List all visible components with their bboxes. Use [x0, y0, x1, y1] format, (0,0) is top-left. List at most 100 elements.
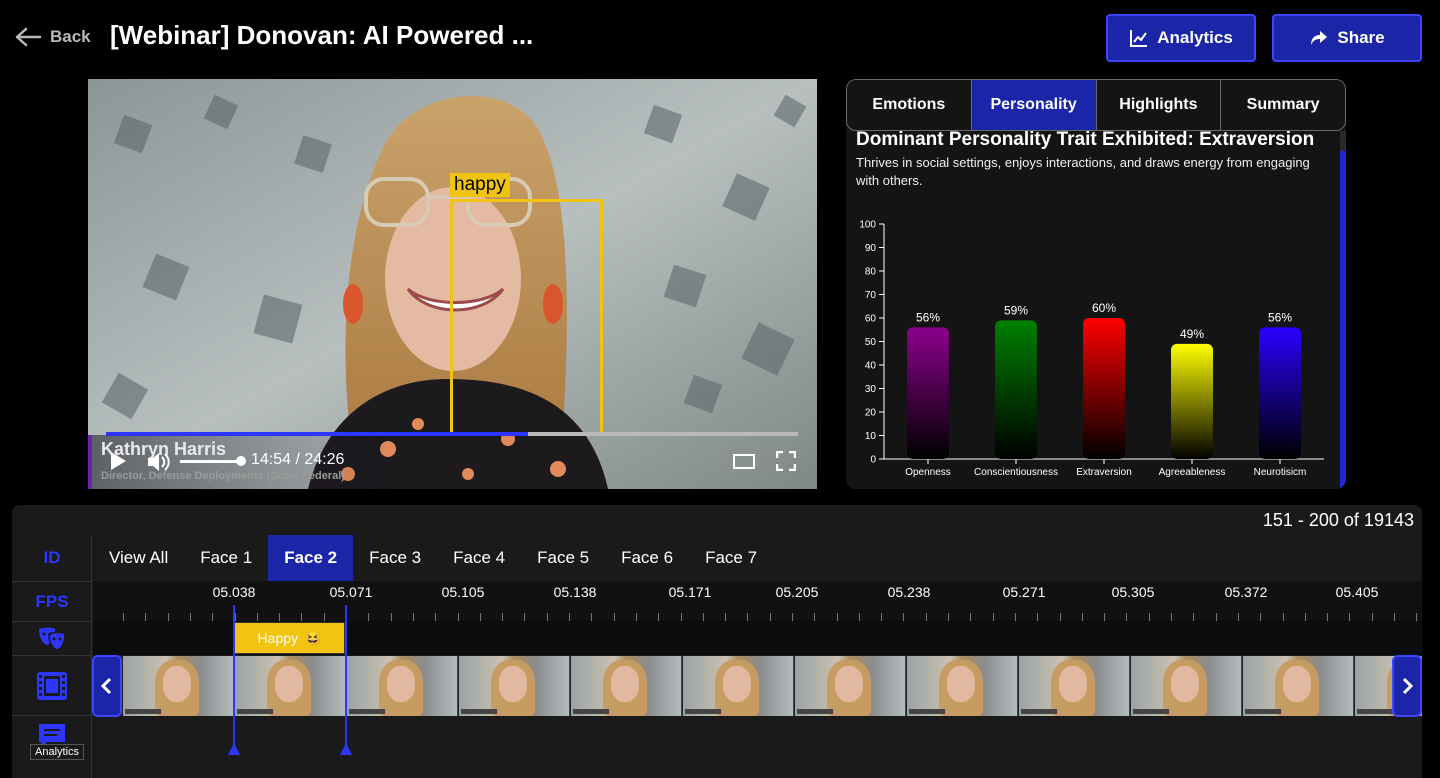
frame-thumbnail[interactable]: [1243, 656, 1354, 716]
face-tab-7[interactable]: Face 7: [689, 535, 773, 581]
laughing-emoji-icon: 😆: [304, 629, 322, 646]
thumbnail-caption: [573, 709, 609, 714]
tab-highlights[interactable]: Highlights: [1097, 80, 1222, 130]
analysis-panel: Emotions Personality Highlights Summary …: [846, 79, 1346, 489]
share-arrow-icon: [1311, 31, 1328, 45]
film-icon: [37, 671, 67, 700]
filmstrip-next-button[interactable]: [1392, 655, 1422, 717]
ruler-tick: [502, 613, 503, 621]
chevron-right-icon: [1402, 677, 1414, 695]
line-chart-icon: [1130, 30, 1148, 47]
ruler-tick: [1216, 613, 1217, 621]
y-tick-label: 60: [865, 314, 877, 325]
filmstrip-prev-button[interactable]: [92, 655, 122, 717]
face-tab-2[interactable]: Face 2: [268, 535, 354, 581]
ruler-tick: [792, 613, 793, 621]
video-progress-bar[interactable]: [106, 432, 798, 436]
tab-personality[interactable]: Personality: [971, 80, 1097, 130]
frame-thumbnail[interactable]: [459, 656, 570, 716]
fullscreen-icon[interactable]: [776, 451, 796, 471]
frame-thumbnail[interactable]: [907, 656, 1018, 716]
ruler-tick: [212, 613, 213, 621]
bar-neurotisicm: [1259, 327, 1301, 459]
theater-mode-icon[interactable]: [732, 451, 756, 471]
volume-slider-knob[interactable]: [236, 456, 246, 466]
frame-thumbnail[interactable]: [347, 656, 458, 716]
thumbnail-caption: [237, 709, 273, 714]
sidebar-emotions-button[interactable]: [12, 621, 92, 655]
face-tab-3[interactable]: Face 3: [353, 535, 437, 581]
emotion-segment-happy[interactable]: Happy 😆: [234, 622, 345, 654]
panel-scrollbar-thumb[interactable]: [1340, 151, 1346, 489]
ruler-tick: [1327, 613, 1328, 621]
page-title: [Webinar] Donovan: AI Powered ...: [110, 20, 534, 50]
y-tick-label: 30: [865, 384, 877, 395]
thumbnail-hair: [1275, 660, 1319, 716]
face-tabs: View All Face 1 Face 2 Face 3 Face 4 Fac…: [93, 535, 773, 581]
frame-thumbnail[interactable]: [683, 656, 794, 716]
play-icon[interactable]: [108, 451, 128, 471]
arrow-left-icon: [15, 27, 42, 47]
timeline-sidebar: ID FPS: [12, 535, 92, 778]
emotion-segment-label: Happy: [257, 630, 299, 646]
segment-end-handle[interactable]: [340, 743, 352, 755]
thumbnail-caption: [909, 709, 945, 714]
frame-thumbnail[interactable]: [123, 656, 234, 716]
sidebar-frames-button[interactable]: [12, 655, 92, 715]
ruler-tick-label: 05.271: [1002, 584, 1046, 600]
ruler-tick-label: 05.372: [1224, 584, 1268, 600]
frame-thumbnail[interactable]: [235, 656, 346, 716]
ruler-tick: [1305, 613, 1306, 621]
y-tick-label: 50: [865, 337, 877, 348]
volume-icon[interactable]: [146, 451, 170, 473]
ruler-tick: [368, 613, 369, 621]
video-player[interactable]: happy Kathryn Harris Director, Defense D…: [88, 79, 817, 489]
y-tick-label: 70: [865, 290, 877, 301]
thumbnail-hair: [491, 660, 535, 716]
sidebar-id-button[interactable]: ID: [12, 535, 92, 581]
face-tab-6[interactable]: Face 6: [605, 535, 689, 581]
ruler-tick: [681, 613, 682, 621]
ruler-tick: [1260, 613, 1261, 621]
panel-scrollbar[interactable]: [1340, 131, 1346, 489]
ruler-tick: [614, 613, 615, 621]
tab-summary[interactable]: Summary: [1221, 80, 1345, 130]
share-button[interactable]: Share: [1272, 14, 1422, 62]
panel-tabs: Emotions Personality Highlights Summary: [846, 79, 1346, 131]
time-ruler[interactable]: 05.038 05.071 05.105 05.138 05.171 05.205 05.2…: [93, 581, 1422, 621]
frame-filmstrip[interactable]: [93, 656, 1422, 716]
bar-extraversion: [1083, 318, 1125, 459]
face-tab-1[interactable]: Face 1: [184, 535, 268, 581]
analytics-tooltip: Analytics: [30, 744, 85, 760]
ruler-tick: [1171, 613, 1172, 621]
face-tab-view-all[interactable]: View All: [93, 535, 184, 581]
dominant-trait-title: Dominant Personality Trait Exhibited: Ex…: [856, 129, 1315, 150]
segment-start-handle[interactable]: [228, 743, 240, 755]
bar-value-label: 59%: [1004, 303, 1028, 317]
ruler-tick: [658, 613, 659, 621]
ruler-tick-label: 05.205: [775, 584, 819, 600]
segment-start-marker[interactable]: [233, 605, 235, 750]
tab-emotions[interactable]: Emotions: [847, 80, 972, 130]
y-tick-label: 80: [865, 267, 877, 278]
frame-thumbnail[interactable]: [571, 656, 682, 716]
segment-end-marker[interactable]: [345, 605, 347, 750]
back-label: Back: [50, 27, 91, 46]
frame-thumbnail[interactable]: [1131, 656, 1242, 716]
sidebar-fps-button[interactable]: FPS: [12, 581, 92, 621]
face-tab-4[interactable]: Face 4: [437, 535, 521, 581]
frame-thumbnail[interactable]: [795, 656, 906, 716]
frame-thumbnail[interactable]: [1019, 656, 1130, 716]
ruler-tick-label: 05.038: [212, 584, 256, 600]
analytics-button[interactable]: Analytics: [1106, 14, 1256, 62]
app-root: Back [Webinar] Donovan: AI Powered ... A…: [0, 0, 1440, 778]
volume-slider-track[interactable]: [180, 460, 242, 463]
ruler-tick: [903, 613, 904, 621]
face-tab-5[interactable]: Face 5: [521, 535, 605, 581]
thumbnail-hair: [1163, 660, 1207, 716]
ruler-tick-label: 05.105: [441, 584, 485, 600]
ruler-tick: [859, 613, 860, 621]
ruler-tick: [324, 613, 325, 621]
thumbnail-caption: [461, 709, 497, 714]
back-button[interactable]: Back: [14, 24, 91, 50]
